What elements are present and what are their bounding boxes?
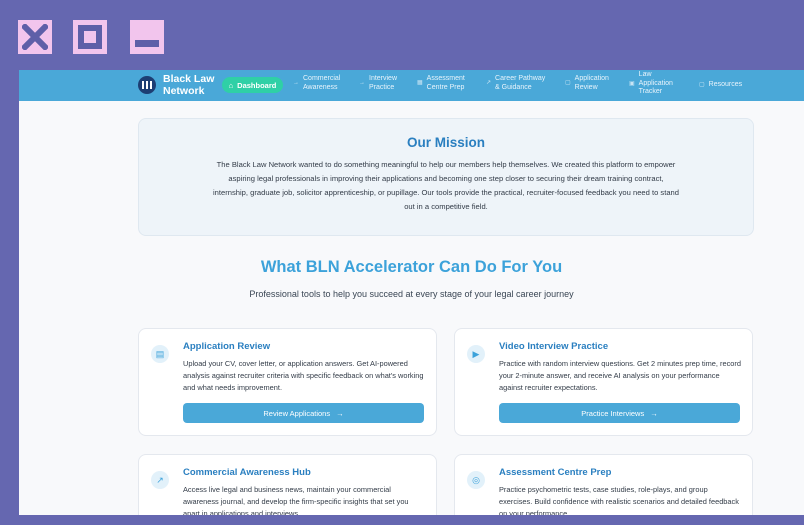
close-button[interactable]: [18, 20, 52, 54]
trend-icon: ↗: [151, 471, 169, 489]
arrow-right-icon: →: [336, 408, 344, 418]
nav-label: Resources: [708, 81, 743, 88]
card-title: Commercial Awareness Hub: [183, 467, 311, 478]
card-title: Assessment Centre Prep: [499, 467, 612, 478]
nav-law-application-tracker[interactable]: ▣ Law Application Tracker: [629, 71, 673, 97]
card-description: Upload your CV, cover letter, or applica…: [183, 359, 424, 392]
nav-label: Application Review: [574, 75, 609, 91]
close-icon: [22, 24, 48, 50]
section-subtitle: Professional tools to help you succeed a…: [249, 289, 574, 299]
minimize-button[interactable]: [130, 20, 164, 54]
logo-icon[interactable]: [138, 76, 156, 94]
card-description: Access live legal and business news, mai…: [183, 485, 409, 515]
nav-application-review[interactable]: ▢ Application Review: [565, 75, 609, 92]
mission-title: Our Mission: [406, 135, 485, 150]
nav-dashboard-label: Dashboard: [237, 80, 277, 90]
target-icon: ◎: [467, 471, 485, 489]
review-applications-button[interactable]: Review Applications →: [183, 403, 424, 423]
nav-commercial-awareness[interactable]: → Commercial Awareness: [293, 75, 340, 92]
nav-label: Assessment Centre Prep: [426, 75, 465, 91]
book-icon: ▢: [699, 82, 705, 88]
card-assessment-centre-prep: ◎ Assessment Centre Prep Practice psycho…: [454, 454, 753, 515]
arrow-icon: →: [293, 80, 299, 87]
card-application-review: ▤ Application Review Upload your CV, cov…: [138, 328, 437, 436]
maximize-button[interactable]: [73, 20, 107, 54]
nav-label: Commercial Awareness: [303, 75, 341, 91]
home-icon: ⌂: [228, 80, 234, 90]
card-video-interview-practice: ▶ Video Interview Practice Practice with…: [454, 328, 753, 436]
nav-label: Career Pathway & Guidance: [495, 75, 546, 91]
card-title: Application Review: [183, 341, 271, 352]
nav-label: Interview Practice: [369, 75, 398, 91]
card-description: Practice psychometric tests, case studie…: [499, 485, 739, 515]
nav-interview-practice[interactable]: → Interview Practice: [359, 75, 397, 92]
card-title: Video Interview Practice: [499, 341, 609, 352]
top-nav: Black Law Network ⌂ Dashboard → Commerci…: [19, 70, 804, 101]
card-commercial-awareness-hub: ↗ Commercial Awareness Hub Access live l…: [138, 454, 437, 515]
trend-icon: ↗: [486, 80, 492, 87]
nav-dashboard[interactable]: ⌂ Dashboard: [222, 77, 283, 93]
brand-name[interactable]: Black Law Network: [163, 73, 223, 97]
nav-assessment-centre-prep[interactable]: ▦ Assessment Centre Prep: [417, 75, 465, 92]
button-label: Review Applications: [263, 408, 331, 418]
tracker-icon: ▣: [629, 80, 635, 87]
maximize-icon: [78, 25, 102, 49]
document-icon: ▢: [565, 80, 571, 87]
video-icon: ▶: [467, 345, 485, 363]
practice-interviews-button[interactable]: Practice Interviews →: [499, 403, 740, 423]
arrow-right-icon: →: [650, 408, 658, 418]
card-description: Practice with random interview questions…: [499, 359, 741, 392]
minimize-icon: [135, 40, 159, 47]
document-icon: ▤: [151, 345, 169, 363]
arrow-icon: →: [359, 80, 365, 87]
nav-resources[interactable]: ▢ Resources: [699, 81, 742, 90]
mission-panel: Our Mission The Black Law Network wanted…: [138, 118, 754, 236]
grid-icon: ▦: [417, 80, 423, 87]
mission-body: The Black Law Network wanted to do somet…: [212, 160, 680, 211]
app-window: Black Law Network ⌂ Dashboard → Commerci…: [19, 70, 804, 515]
section-title: What BLN Accelerator Can Do For You: [260, 258, 563, 276]
nav-label: Law Application Tracker: [638, 71, 673, 95]
button-label: Practice Interviews: [581, 408, 645, 418]
nav-career-pathway[interactable]: ↗ Career Pathway & Guidance: [486, 75, 545, 92]
